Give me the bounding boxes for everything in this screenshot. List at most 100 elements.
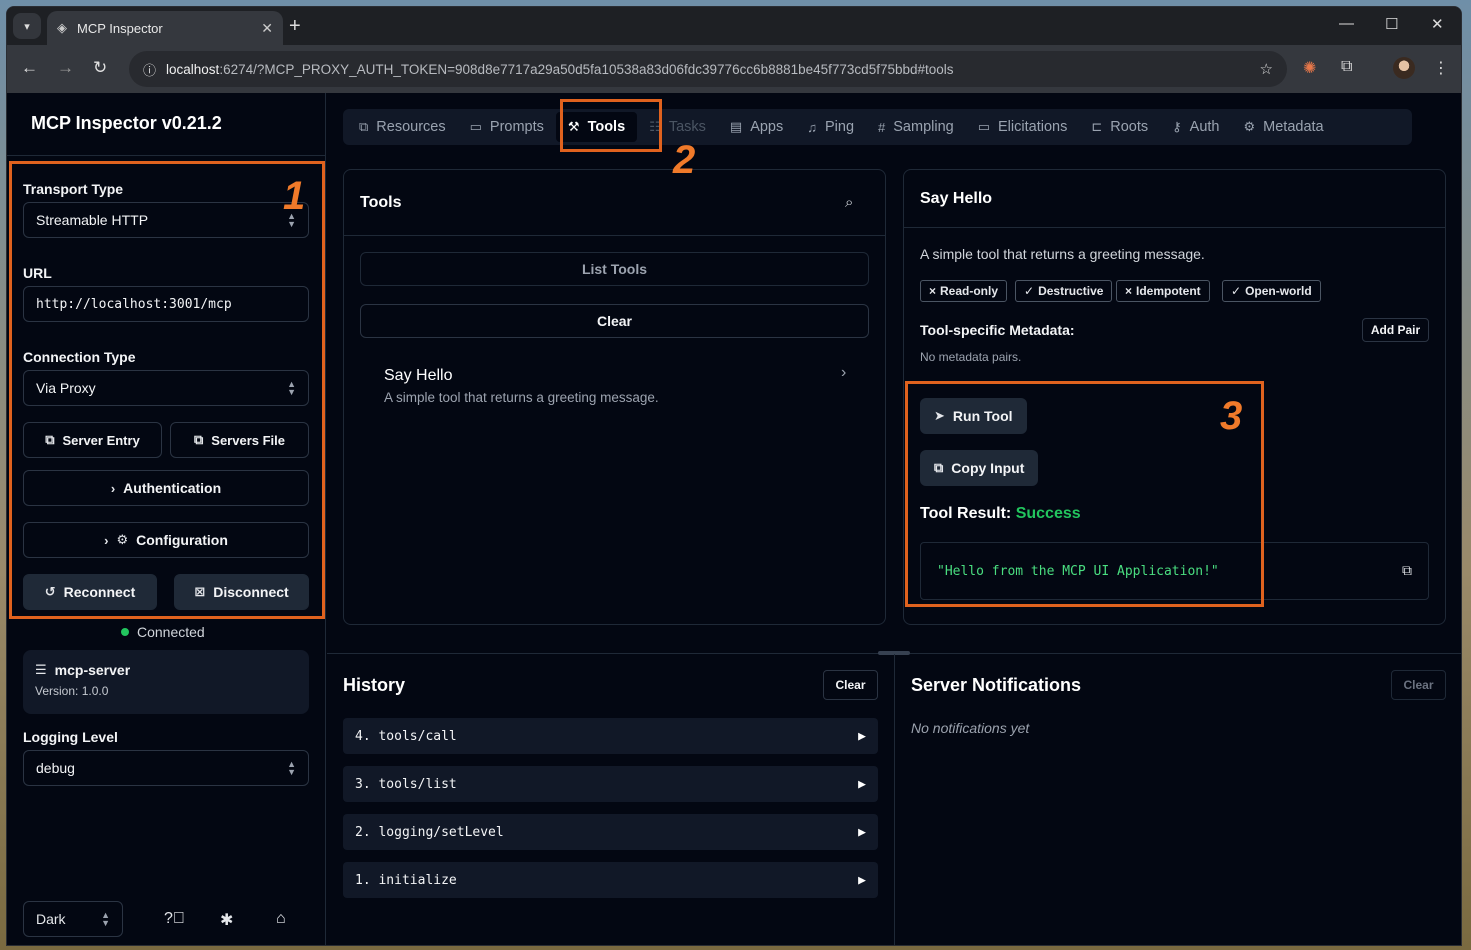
disconnect-button[interactable]: ⊠ Disconnect bbox=[174, 574, 309, 610]
tab-label: Elicitations bbox=[998, 119, 1068, 135]
tab-search-icon[interactable]: ▾ bbox=[13, 13, 41, 39]
transport-type-label: Transport Type bbox=[23, 181, 124, 197]
history-item[interactable]: 2. logging/setLevel ▶ bbox=[343, 814, 878, 850]
url-input[interactable]: http://localhost:3001/mcp bbox=[23, 286, 309, 322]
copy-input-button[interactable]: ⧉ Copy Input bbox=[920, 450, 1039, 486]
window-close-icon[interactable]: ✕ bbox=[1431, 15, 1444, 33]
app-window-icon: ▤ bbox=[729, 119, 743, 134]
server-name-text: mcp-server bbox=[54, 662, 131, 678]
folder-tree-icon: ⊏ bbox=[1091, 119, 1103, 134]
no-metadata-text: No metadata pairs. bbox=[920, 350, 1022, 364]
transport-type-select[interactable]: Streamable HTTP ▲ ▼ bbox=[23, 202, 309, 238]
copy-icon: ⧉ bbox=[193, 432, 204, 447]
server-icon: ☰ bbox=[35, 662, 47, 677]
forward-icon[interactable]: → bbox=[57, 58, 74, 78]
badge-label: Idempotent bbox=[1136, 284, 1201, 298]
connection-type-value: Via Proxy bbox=[36, 380, 96, 396]
clear-history-button[interactable]: Clear bbox=[823, 670, 878, 700]
copy-input-label: Copy Input bbox=[951, 460, 1025, 476]
address-bar[interactable]: ⓘ localhost:6274/?MCP_PROXY_AUTH_TOKEN=9… bbox=[129, 51, 1287, 87]
clear-history-label: Clear bbox=[835, 678, 866, 692]
reload-icon[interactable]: ↻ bbox=[93, 58, 107, 78]
key-icon: ⚷ bbox=[1172, 119, 1182, 134]
chevron-updown-icon: ▲ ▼ bbox=[287, 379, 296, 397]
tab-prompts[interactable]: ▭ Prompts bbox=[458, 112, 556, 142]
logging-level-select[interactable]: debug ▲ ▼ bbox=[23, 750, 309, 786]
puzzle-icon[interactable]: ⧉ bbox=[1341, 58, 1352, 76]
site-info-icon[interactable]: ⓘ bbox=[143, 60, 156, 79]
metadata-label: Tool-specific Metadata: bbox=[920, 322, 1075, 338]
panel-divider bbox=[344, 235, 885, 236]
history-item[interactable]: 1. initialize ▶ bbox=[343, 862, 878, 898]
browser-tab[interactable]: ◈ MCP Inspector ✕ bbox=[47, 11, 283, 45]
logging-level-label: Logging Level bbox=[23, 729, 118, 745]
reconnect-button[interactable]: ↺ Reconnect bbox=[23, 574, 157, 610]
clear-notifications-label: Clear bbox=[1403, 678, 1434, 692]
profile-avatar[interactable] bbox=[1393, 57, 1415, 79]
new-tab-icon[interactable]: + bbox=[289, 15, 301, 38]
sidebar: MCP Inspector v0.21.2 Transport Type Str… bbox=[7, 93, 326, 945]
tab-elicitations[interactable]: ▭ Elicitations bbox=[966, 112, 1080, 142]
list-tools-label: List Tools bbox=[581, 261, 648, 277]
tab-auth[interactable]: ⚷ Auth bbox=[1160, 112, 1231, 142]
tab-apps[interactable]: ▤ Apps bbox=[718, 112, 795, 142]
annotation-number-1: 1 bbox=[283, 174, 306, 218]
minimize-icon[interactable]: — bbox=[1339, 15, 1354, 32]
clear-notifications-button[interactable]: Clear bbox=[1391, 670, 1446, 700]
bookmark-star-icon[interactable]: ☆ bbox=[1260, 60, 1273, 78]
configuration-label: Configuration bbox=[136, 532, 228, 548]
badge-label: Read-only bbox=[940, 284, 999, 298]
menu-icon[interactable]: ⋮ bbox=[1433, 58, 1449, 78]
badge-destructive: ✓ Destructive bbox=[1015, 280, 1113, 302]
tab-title: MCP Inspector bbox=[77, 20, 163, 36]
server-entry-button[interactable]: ⧉ Server Entry bbox=[23, 422, 162, 458]
tab-label: Prompts bbox=[489, 119, 544, 135]
tab-metadata[interactable]: ⚙ Metadata bbox=[1232, 112, 1336, 142]
add-pair-button[interactable]: Add Pair bbox=[1362, 318, 1429, 342]
check-icon: ✓ bbox=[1231, 284, 1242, 298]
tools-panel-title: Tools bbox=[360, 194, 402, 211]
maximize-icon[interactable]: ☐ bbox=[1385, 15, 1398, 33]
theme-value: Dark bbox=[36, 911, 66, 927]
back-icon[interactable]: ← bbox=[21, 58, 38, 78]
tab-strip: ▾ ◈ MCP Inspector ✕ + — ☐ ✕ bbox=[7, 7, 1461, 45]
help-icon[interactable]: ?⃝ bbox=[164, 910, 185, 928]
copy-result-icon[interactable]: ⧉ bbox=[1402, 563, 1412, 579]
tool-detail-title: Say Hello bbox=[920, 190, 993, 207]
copy-icon: ⧉ bbox=[45, 432, 55, 447]
history-item-label: 4. tools/call bbox=[355, 728, 457, 744]
configuration-button[interactable]: › ⚙ Configuration bbox=[23, 522, 309, 558]
tool-item-name: Say Hello bbox=[384, 367, 453, 384]
vertical-divider bbox=[894, 654, 895, 945]
bug-icon[interactable]: ✱ bbox=[220, 910, 233, 930]
search-icon[interactable]: ⌕ bbox=[845, 194, 853, 211]
server-info-card: ☰ mcp-server Version: 1.0.0 bbox=[23, 650, 309, 714]
authentication-button[interactable]: › Authentication bbox=[23, 470, 309, 506]
tab-tools[interactable]: ⚒ Tools bbox=[555, 112, 638, 142]
clear-tools-button[interactable]: Clear bbox=[360, 304, 869, 338]
github-icon[interactable]: ⌂ bbox=[276, 910, 286, 928]
play-icon: ▶ bbox=[858, 872, 866, 888]
servers-file-button[interactable]: ⧉ Servers File bbox=[170, 422, 309, 458]
theme-select[interactable]: Dark ▲ ▼ bbox=[23, 901, 123, 937]
message-square-icon: ▭ bbox=[469, 119, 482, 134]
run-tool-button[interactable]: ➤ Run Tool bbox=[920, 398, 1027, 434]
tab-close-icon[interactable]: ✕ bbox=[261, 20, 273, 37]
send-icon: ➤ bbox=[934, 408, 945, 423]
tool-item-description: A simple tool that returns a greeting me… bbox=[384, 390, 659, 405]
disconnect-label: Disconnect bbox=[213, 584, 289, 600]
mcp-logo-icon: ◈ bbox=[57, 20, 67, 35]
history-item[interactable]: 4. tools/call ▶ bbox=[343, 718, 878, 754]
tab-resources[interactable]: ⧉ Resources bbox=[347, 112, 458, 142]
tab-ping[interactable]: ♫ Ping bbox=[795, 112, 866, 142]
tab-sampling[interactable]: # Sampling bbox=[866, 112, 966, 142]
tab-label: Sampling bbox=[893, 119, 954, 135]
extension-icon[interactable]: ✺ bbox=[1303, 58, 1316, 78]
history-item-label: 2. logging/setLevel bbox=[355, 824, 504, 840]
connection-type-select[interactable]: Via Proxy ▲ ▼ bbox=[23, 370, 309, 406]
history-item[interactable]: 3. tools/list ▶ bbox=[343, 766, 878, 802]
chevron-updown-icon: ▲ ▼ bbox=[101, 910, 110, 928]
tab-roots[interactable]: ⊏ Roots bbox=[1079, 112, 1160, 142]
list-tools-button[interactable]: List Tools bbox=[360, 252, 869, 286]
x-icon: × bbox=[1125, 284, 1133, 298]
